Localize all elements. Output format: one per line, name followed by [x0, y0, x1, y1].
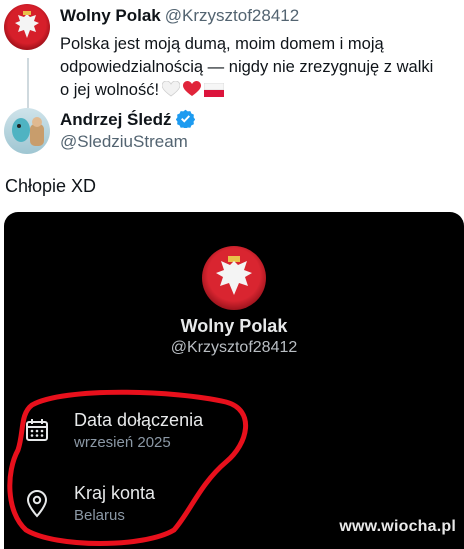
- quoted-avatar[interactable]: [4, 108, 50, 154]
- tweet-text: Polska jest moją dumą, moim domem i moją…: [60, 33, 455, 104]
- account-country-value: Belarus: [74, 507, 125, 524]
- quoted-user: Andrzej Śledź @SledziuStream: [0, 108, 464, 158]
- location-pin-icon: [24, 490, 52, 518]
- calendar-icon: [24, 417, 52, 445]
- profile-avatar[interactable]: [202, 246, 266, 310]
- tweet-text-line-2: odpowiedzialnością — nigdy nie zrezygnuj…: [60, 58, 434, 76]
- poland-flag-icon: [203, 81, 225, 104]
- watermark: www.wiocha.pl: [339, 518, 456, 535]
- white-eagle-emblem-icon: [216, 256, 252, 295]
- profile-card: Wolny Polak @Krzysztof28412 Data dołącze…: [4, 212, 464, 549]
- join-date-row: Data dołączenia wrzesień 2025: [4, 406, 304, 456]
- author-name[interactable]: Wolny Polak: [60, 6, 161, 25]
- join-date-value: wrzesień 2025: [74, 434, 171, 451]
- tweet-text-line-1: Polska jest moją dumą, moim domem i moją: [60, 35, 384, 53]
- white-heart-icon: [161, 80, 181, 104]
- profile-name: Wolny Polak: [180, 316, 288, 336]
- reply-text: Chłopie XD: [5, 176, 97, 196]
- tweet-text-line-3-text: o jej wolność!: [60, 81, 160, 99]
- join-date-label: Data dołączenia: [74, 410, 204, 430]
- verified-badge-icon: [176, 109, 196, 133]
- tweet-header: Wolny Polak @Krzysztof28412: [60, 6, 299, 26]
- white-eagle-emblem-icon: [15, 11, 39, 38]
- quoted-name-text[interactable]: Andrzej Śledź: [60, 110, 171, 129]
- quoted-handle[interactable]: @SledziuStream: [60, 132, 188, 152]
- account-country-row: Kraj konta Belarus: [4, 481, 304, 531]
- tweet-text-line-3: o jej wolność!: [60, 79, 455, 104]
- red-heart-icon: [183, 81, 202, 104]
- tweet: Wolny Polak @Krzysztof28412 Polska jest m…: [0, 0, 464, 110]
- author-handle[interactable]: @Krzysztof28412: [165, 6, 299, 25]
- profile-handle: @Krzysztof28412: [170, 339, 298, 356]
- quoted-name[interactable]: Andrzej Śledź: [60, 109, 196, 133]
- account-country-label: Kraj konta: [74, 483, 156, 503]
- author-avatar[interactable]: [4, 4, 50, 50]
- cartoon-character-avatar-icon: [12, 117, 44, 146]
- thread-line: [27, 58, 29, 108]
